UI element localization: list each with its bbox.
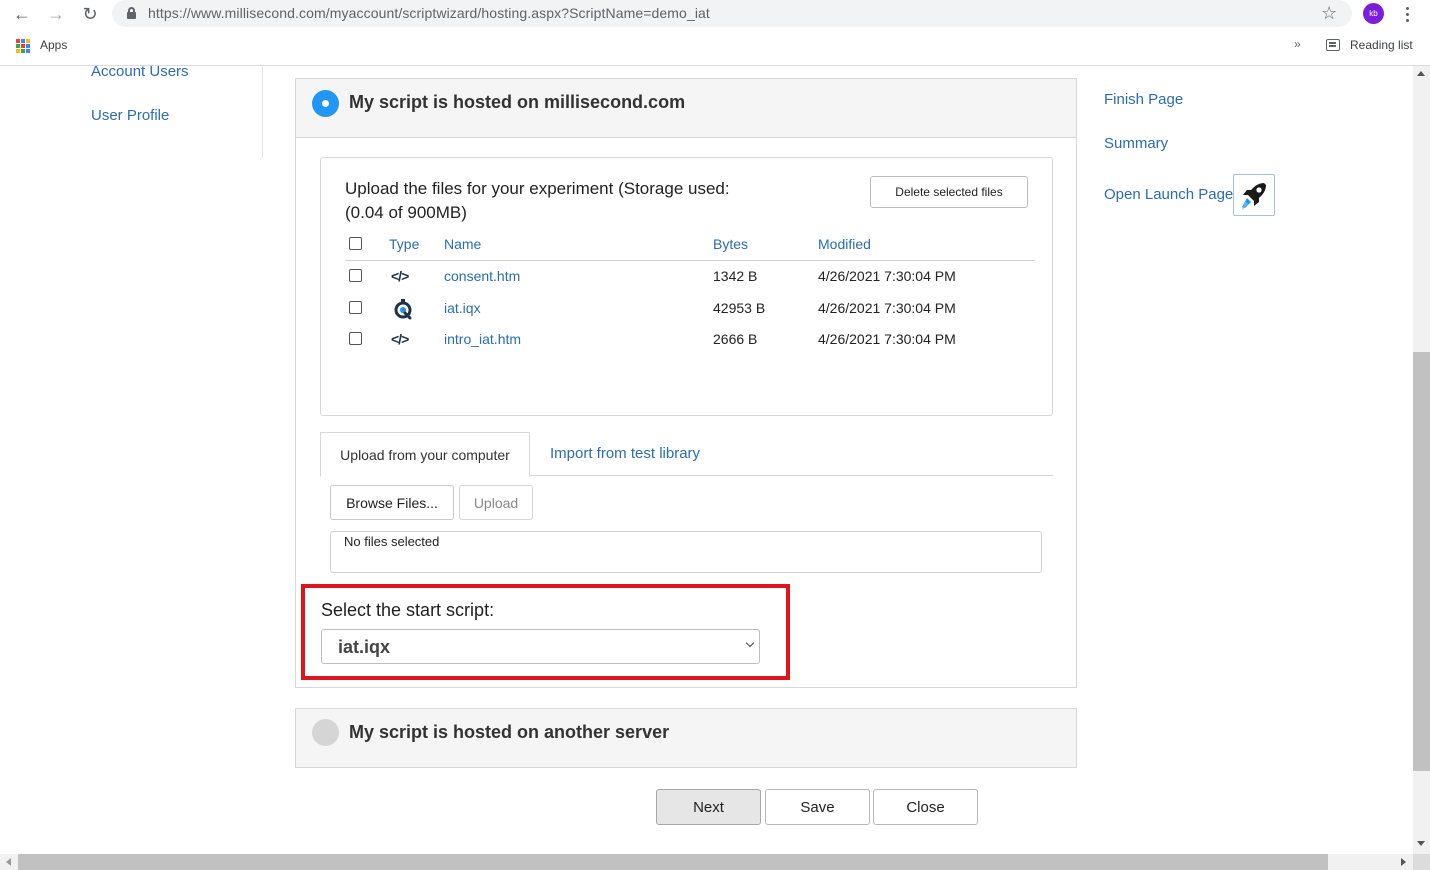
hosting-option-title[interactable]: My script is hosted on millisecond.com [349,92,685,113]
column-header-name[interactable]: Name [444,236,481,252]
table-row: </> intro_iat.htm 2666 B 4/26/2021 7:30:… [345,324,1035,356]
lock-icon [127,7,136,19]
reading-list-icon[interactable] [1326,39,1340,51]
delete-selected-files-button[interactable]: Delete selected files [870,176,1028,208]
bookmarks-bar: Apps » Reading list [0,30,1430,66]
browse-files-button[interactable]: Browse Files... [330,485,454,520]
file-name-link[interactable]: iat.iqx [444,300,481,316]
tab-import-from-library[interactable]: Import from test library [550,445,700,462]
radio-unselected-icon[interactable] [312,719,339,746]
upload-button[interactable]: Upload [459,485,533,520]
bookmarks-overflow-icon[interactable]: » [1294,37,1301,51]
page-content: Account Users User Profile Finish Page S… [0,66,1413,854]
left-sidebar: Account Users User Profile [0,66,263,158]
file-modified: 4/26/2021 7:30:04 PM [818,299,956,316]
file-bytes: 1342 B [713,268,758,284]
files-panel: Upload the files for your experiment (St… [320,157,1053,416]
scroll-left-icon[interactable] [6,858,11,866]
horizontal-scrollbar[interactable] [0,854,1413,870]
files-table: Type Name Bytes Modified </> consent.htm… [345,229,1035,356]
horizontal-scroll-thumb[interactable] [18,854,1328,870]
nav-account-users[interactable]: Account Users [91,66,189,80]
code-icon: </> [391,268,409,284]
save-button[interactable]: Save [765,789,870,825]
start-script-select[interactable]: iat.iqx [321,629,760,664]
apps-grid-icon[interactable] [16,39,30,53]
upload-tabs: Upload from your computer Import from te… [320,432,1053,477]
address-bar[interactable]: https://www.millisecond.com/myaccount/sc… [112,0,1352,27]
row-checkbox[interactable] [349,332,362,345]
close-button[interactable]: Close [873,789,978,825]
table-row: iat.iqx 42953 B 4/26/2021 7:30:04 PM [345,293,1035,325]
nav-finish-page[interactable]: Finish Page [1104,91,1183,108]
storage-info: Upload the files for your experiment (St… [345,179,730,222]
nav-open-launch-page[interactable]: Open Launch Page [1104,186,1233,203]
start-script-highlight: Select the start script: iat.iqx [301,584,790,680]
row-checkbox[interactable] [349,269,362,282]
radio-selected-icon[interactable] [312,90,339,117]
file-bytes: 2666 B [713,331,758,347]
vertical-scrollbar[interactable] [1413,66,1430,854]
file-name-link[interactable]: consent.htm [444,268,520,284]
code-icon: </> [391,331,409,347]
column-header-bytes[interactable]: Bytes [713,236,748,252]
rocket-icon[interactable] [1233,174,1275,216]
hosting-option-header[interactable]: My script is hosted on millisecond.com [296,79,1076,138]
start-script-label: Select the start script: [321,600,495,620]
inquisit-icon [394,298,412,319]
row-checkbox[interactable] [349,300,362,314]
file-name-link[interactable]: intro_iat.htm [444,331,521,347]
back-arrow-icon[interactable]: ← [10,3,34,25]
table-row: </> consent.htm 1342 B 4/26/2021 7:30:04… [345,261,1035,293]
hosting-option-title[interactable]: My script is hosted on another server [349,722,669,743]
reload-icon[interactable]: ↻ [78,3,102,25]
file-modified: 4/26/2021 7:30:04 PM [818,331,956,347]
bookmark-star-icon[interactable]: ☆ [1321,3,1337,24]
selected-files-list: No files selected [330,531,1042,573]
select-all-checkbox[interactable] [349,237,362,250]
hosting-option-other-server[interactable]: My script is hosted on another server [295,708,1077,768]
apps-bookmark[interactable]: Apps [40,38,67,52]
scrollbar-corner [1413,854,1430,870]
vertical-scroll-thumb[interactable] [1413,352,1430,771]
nav-summary[interactable]: Summary [1104,135,1168,152]
scroll-down-icon[interactable] [1417,841,1425,846]
browser-menu-icon[interactable] [1398,3,1416,25]
file-modified: 4/26/2021 7:30:04 PM [818,268,956,284]
tab-upload-from-computer[interactable]: Upload from your computer [320,432,530,477]
reading-list-button[interactable]: Reading list [1350,38,1413,52]
table-header: Type Name Bytes Modified [345,229,1035,261]
profile-avatar[interactable]: kb [1363,3,1384,24]
file-bytes: 42953 B [713,299,766,316]
scroll-right-icon[interactable] [1401,858,1406,866]
start-script-value[interactable]: iat.iqx [338,637,390,658]
column-header-type[interactable]: Type [389,236,419,252]
url-text[interactable]: https://www.millisecond.com/myaccount/sc… [148,5,710,21]
next-button[interactable]: Next [656,789,761,825]
column-header-modified[interactable]: Modified [818,236,871,252]
hosting-option-millisecond: My script is hosted on millisecond.com U… [295,78,1077,688]
nav-user-profile[interactable]: User Profile [91,107,169,124]
chevron-down-icon[interactable] [745,638,755,648]
browser-toolbar: ← → ↻ https://www.millisecond.com/myacco… [0,0,1430,30]
scroll-up-icon[interactable] [1417,71,1425,76]
forward-arrow-icon[interactable]: → [44,3,68,25]
